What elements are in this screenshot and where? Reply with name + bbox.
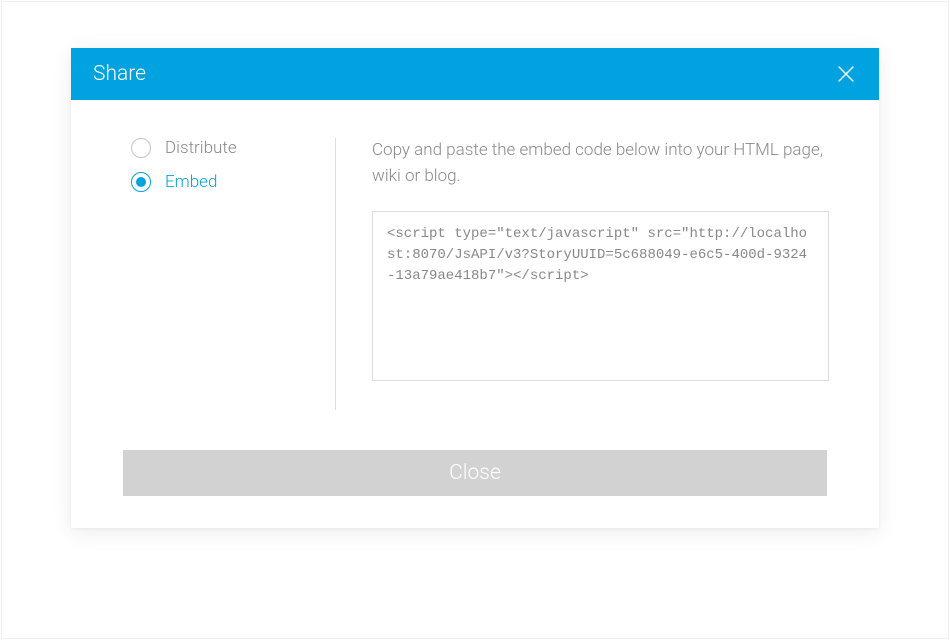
radio-option-embed[interactable]: Embed xyxy=(131,172,315,192)
radio-icon xyxy=(131,138,151,158)
radio-label: Distribute xyxy=(165,138,237,158)
close-button[interactable]: Close xyxy=(123,450,827,496)
dialog-header: Share xyxy=(71,48,879,100)
radio-icon xyxy=(131,172,151,192)
radio-label: Embed xyxy=(165,172,217,192)
outer-frame: Share Distribute Embed xyxy=(1,1,949,639)
dialog-footer: Close xyxy=(71,440,879,528)
close-icon[interactable] xyxy=(835,63,857,85)
embed-code-box[interactable]: <script type="text/javascript" src="http… xyxy=(372,211,829,381)
dialog-body: Distribute Embed Copy and paste the embe… xyxy=(71,100,879,440)
radio-dot-icon xyxy=(136,177,146,187)
content-area: Copy and paste the embed code below into… xyxy=(336,138,879,410)
sidebar: Distribute Embed xyxy=(71,138,336,410)
radio-option-distribute[interactable]: Distribute xyxy=(131,138,315,158)
share-dialog: Share Distribute Embed xyxy=(71,48,879,528)
instructions-text: Copy and paste the embed code below into… xyxy=(372,138,829,189)
dialog-title: Share xyxy=(93,62,146,86)
